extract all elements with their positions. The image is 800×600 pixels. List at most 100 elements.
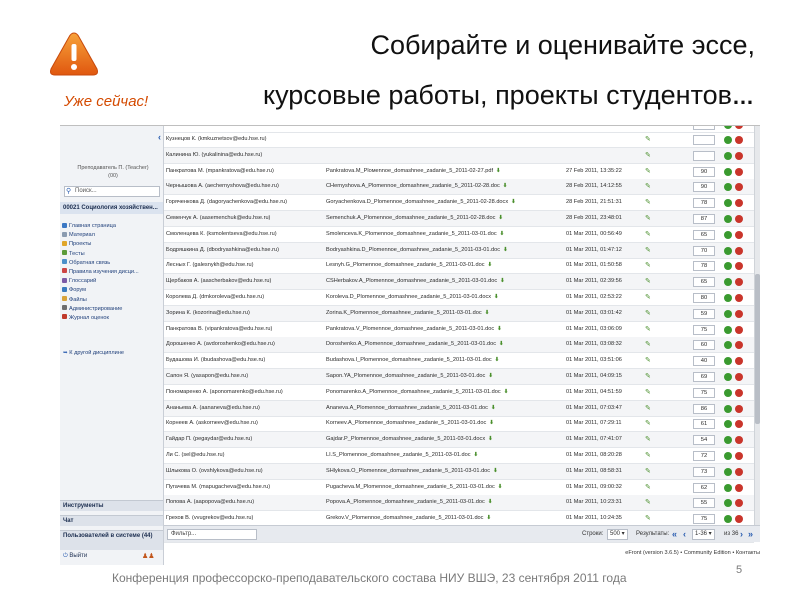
grade-input[interactable]: 65 <box>693 277 715 288</box>
grade-input[interactable]: 78 <box>693 261 715 272</box>
delete-icon[interactable] <box>735 325 743 334</box>
edit-icon[interactable]: ✎ <box>645 498 655 507</box>
download-icon[interactable]: ⬇ <box>493 468 498 474</box>
student-name-cell[interactable]: Смоленцева К. (ksmolentseva@edu.hse.ru) <box>166 230 324 239</box>
student-name-cell[interactable]: Грехов В. (vvugrekov@edu.hse.ru) <box>166 514 324 523</box>
student-name-cell[interactable]: Дорошенко А. (avdoroshenko@edu.hse.ru) <box>166 340 324 349</box>
student-name-cell[interactable]: Горяченкова Д. (dagoryachenkova@edu.hse.… <box>166 198 324 207</box>
delete-icon[interactable] <box>735 452 743 460</box>
download-icon[interactable]: ⬇ <box>503 247 508 253</box>
sidebar-nav-item[interactable]: Проекты <box>62 240 162 249</box>
sidebar-nav-item[interactable]: Материал <box>62 231 162 240</box>
grade-input[interactable]: 72 <box>693 451 715 461</box>
filter-input[interactable]: Фильтр... <box>167 529 257 540</box>
download-icon[interactable]: ⬇ <box>485 310 490 316</box>
edit-icon[interactable]: ✎ <box>645 261 655 270</box>
grade-input[interactable]: 80 <box>693 293 715 303</box>
download-icon[interactable]: ⬇ <box>500 231 505 237</box>
delete-icon[interactable] <box>735 294 743 302</box>
delete-icon[interactable] <box>735 467 743 476</box>
sidebar-user-name[interactable]: Преподаватель П. (Teacher) <box>68 164 158 172</box>
accept-icon[interactable] <box>724 341 732 350</box>
edit-icon[interactable]: ✎ <box>645 451 655 460</box>
student-name-cell[interactable]: Панкратова В. (vipankratova@edu.hse.ru) <box>166 325 324 334</box>
submission-file-link[interactable]: CSHerbakov.A_Plomennoe_domashnee_zadanie… <box>326 277 566 286</box>
accept-icon[interactable] <box>724 199 732 208</box>
submission-file-link[interactable]: Koroleva.D_Plomennoe_domashnee_zadanie_5… <box>326 293 566 302</box>
download-icon[interactable]: ⬇ <box>500 278 505 284</box>
accept-icon[interactable] <box>724 246 732 255</box>
delete-icon[interactable] <box>735 278 743 287</box>
submission-file-link[interactable]: Pankratova.V_Plomennoe_domashnee_zadanie… <box>326 325 566 334</box>
submission-file-link[interactable]: Doroshenko.A_Plomennoe_domashnee_zadanie… <box>326 340 566 349</box>
sidebar-online-users-block[interactable]: Пользователей в системе (44) <box>60 530 163 550</box>
delete-icon[interactable] <box>735 262 743 271</box>
accept-icon[interactable] <box>724 262 732 271</box>
grade-input[interactable]: 70 <box>693 245 715 256</box>
delete-icon[interactable] <box>735 373 743 381</box>
download-icon[interactable]: ⬇ <box>488 262 493 268</box>
student-name-cell[interactable]: Панкратова М. (mpankratova@edu.hse.ru) <box>166 167 324 176</box>
sidebar-nav-item[interactable]: Журнал оценок <box>62 314 162 323</box>
accept-icon[interactable] <box>724 325 732 334</box>
submission-file-link[interactable]: Zorina.K_Plomennoe_domashnee_zadanie_5_2… <box>326 309 566 318</box>
grade-input[interactable] <box>693 135 715 145</box>
grade-input[interactable]: 69 <box>693 372 715 382</box>
grade-input[interactable]: 75 <box>693 387 715 398</box>
sidebar-course-title[interactable]: 00021 Социология хозяйствен... <box>60 202 163 214</box>
submission-file-link[interactable]: Korneev.A_Plomennoe_domashnee_zadanie_5_… <box>326 419 566 428</box>
accept-icon[interactable] <box>724 420 732 429</box>
rows-per-page-select[interactable]: 500 ▾ <box>607 529 628 540</box>
grade-input[interactable]: 75 <box>693 514 715 525</box>
sidebar-nav-item[interactable]: Тесты <box>62 250 162 259</box>
next-page-button[interactable]: › <box>740 528 743 540</box>
submission-file-link[interactable]: SHlykova.O_Plomennoe_domashnee_zadanie_5… <box>326 467 566 476</box>
submission-file-link[interactable]: CHernyshova.A_Plomennoe_domashnee_zadani… <box>326 182 566 191</box>
sidebar-nav-item[interactable]: Администрирование <box>62 305 162 314</box>
edit-icon[interactable]: ✎ <box>645 198 655 207</box>
student-name-cell[interactable]: Попова А. (aapopova@edu.hse.ru) <box>166 498 324 507</box>
edit-icon[interactable]: ✎ <box>645 277 655 286</box>
accept-icon[interactable] <box>724 373 732 381</box>
delete-icon[interactable] <box>735 126 743 129</box>
sidebar-nav-item[interactable]: Форум <box>62 286 162 295</box>
accept-icon[interactable] <box>724 357 732 366</box>
first-page-button[interactable]: « <box>672 528 677 540</box>
download-icon[interactable]: ⬇ <box>504 389 509 395</box>
scrollbar-thumb[interactable] <box>755 274 760 424</box>
delete-icon[interactable] <box>735 388 743 397</box>
sidebar-collapse-button[interactable]: ‹ <box>158 132 161 142</box>
delete-icon[interactable] <box>735 230 743 239</box>
accept-icon[interactable] <box>724 436 732 445</box>
grade-input[interactable] <box>693 150 715 161</box>
delete-icon[interactable] <box>735 199 743 208</box>
accept-icon[interactable] <box>724 483 732 492</box>
student-name-cell[interactable]: Сапон Я. (yasapon@edu.hse.ru) <box>166 372 324 381</box>
download-icon[interactable]: ⬇ <box>474 452 479 458</box>
delete-icon[interactable] <box>735 357 743 366</box>
grade-input[interactable]: 90 <box>693 182 715 193</box>
last-page-button[interactable]: » <box>748 528 753 540</box>
grade-input[interactable] <box>693 126 715 130</box>
edit-icon[interactable]: ✎ <box>645 126 655 129</box>
grade-input[interactable]: 90 <box>693 166 715 177</box>
grade-input[interactable]: 65 <box>693 229 715 240</box>
edit-icon[interactable]: ✎ <box>645 356 655 365</box>
submission-file-link[interactable]: Gajdar.P_Plomennoe_domashnee_zadanie_5_2… <box>326 435 566 444</box>
grade-input[interactable]: 54 <box>693 435 715 446</box>
page-range-select[interactable]: 1-36 ▾ <box>692 529 715 540</box>
download-icon[interactable]: ⬇ <box>488 499 493 505</box>
accept-icon[interactable] <box>724 499 732 508</box>
edit-icon[interactable]: ✎ <box>645 293 655 302</box>
delete-icon[interactable] <box>735 436 743 445</box>
sidebar-search-input[interactable]: ⚲ Поиск... <box>64 186 160 197</box>
student-name-cell[interactable]: Пугачева М. (mapugacheva@edu.hse.ru) <box>166 483 324 492</box>
download-icon[interactable]: ⬇ <box>503 183 508 189</box>
download-icon[interactable]: ⬇ <box>497 326 502 332</box>
edit-icon[interactable]: ✎ <box>645 325 655 334</box>
student-name-cell[interactable]: Будашова И. (ibudashova@edu.hse.ru) <box>166 356 324 365</box>
edit-icon[interactable]: ✎ <box>645 167 655 176</box>
sidebar-nav-item[interactable]: Глоссарий <box>62 277 162 286</box>
grade-input[interactable]: 78 <box>693 198 715 209</box>
delete-icon[interactable] <box>735 136 743 144</box>
